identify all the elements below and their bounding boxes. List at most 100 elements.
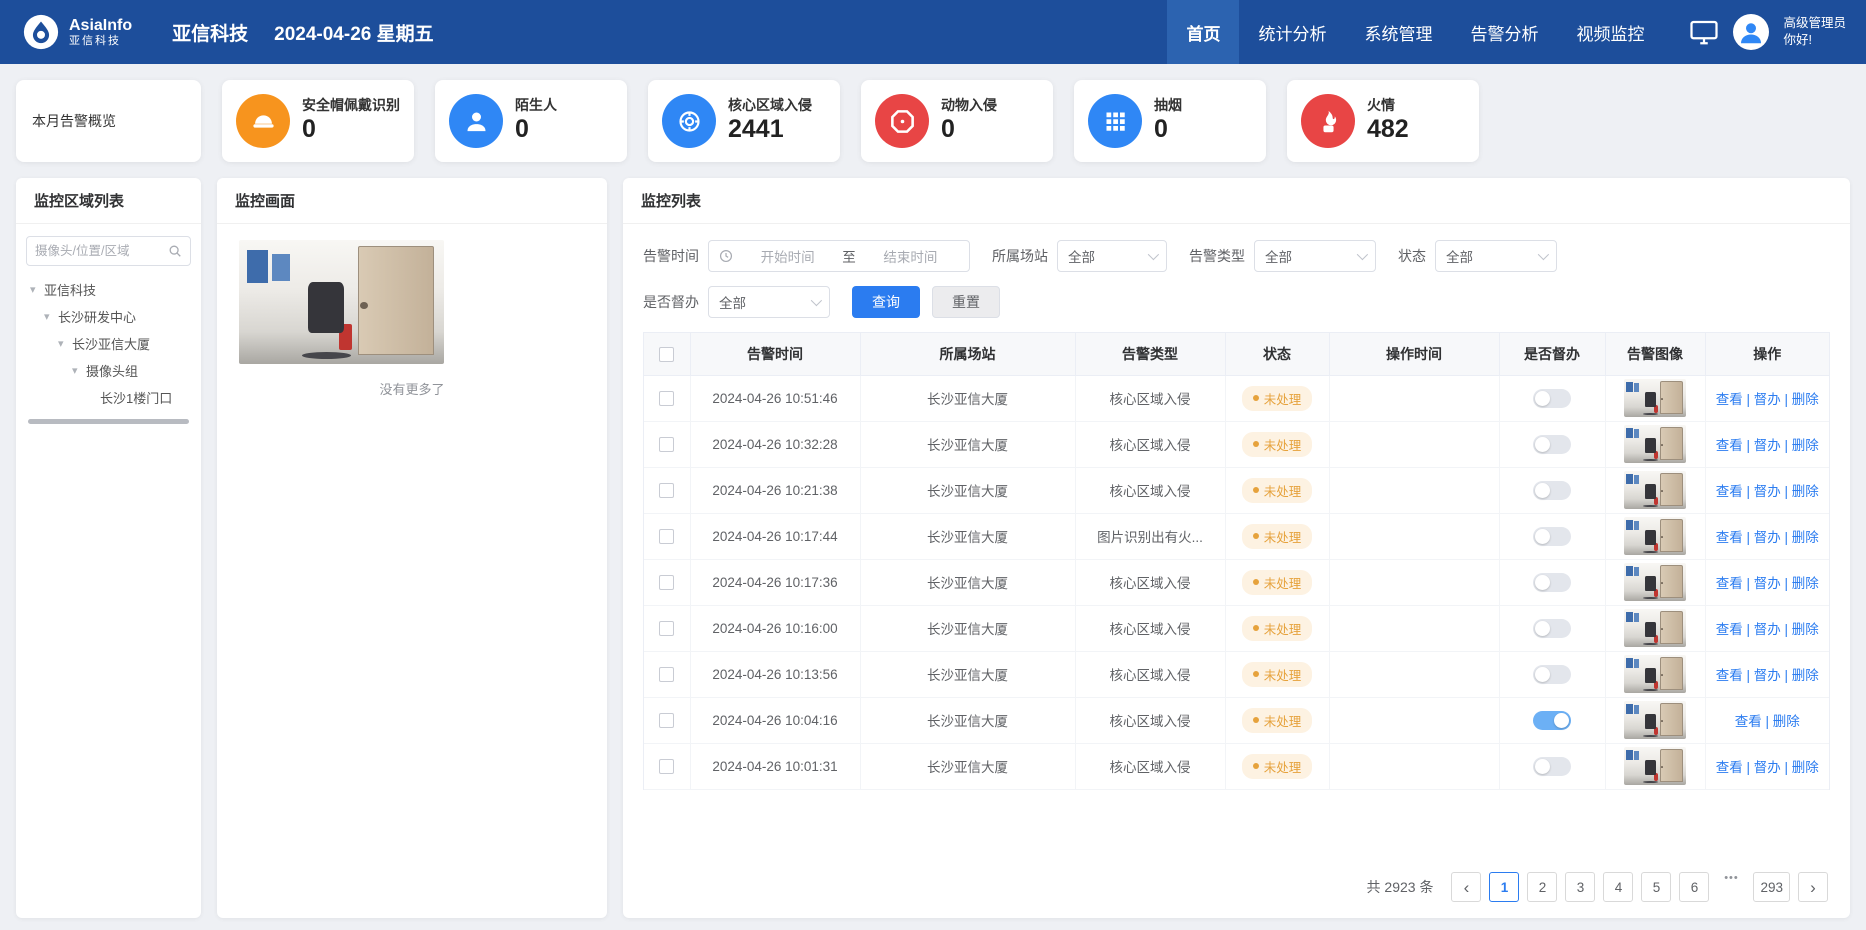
page-1-button[interactable]: 1 xyxy=(1489,872,1519,902)
action-supervise-link[interactable]: 督办 xyxy=(1754,622,1781,637)
supervise-toggle[interactable] xyxy=(1533,619,1571,638)
nav-item-system[interactable]: 系统管理 xyxy=(1345,0,1451,64)
action-supervise-link[interactable]: 督办 xyxy=(1754,668,1781,683)
reset-button[interactable]: 重置 xyxy=(932,286,1000,318)
action-view-link[interactable]: 查看 xyxy=(1716,668,1743,683)
caret-down-icon[interactable]: ▾ xyxy=(44,310,58,323)
end-time-placeholder[interactable]: 结束时间 xyxy=(862,246,959,266)
type-select[interactable]: 全部 xyxy=(1254,240,1376,272)
alarm-image-thumbnail[interactable] xyxy=(1624,563,1686,601)
nav-item-statistics[interactable]: 统计分析 xyxy=(1239,0,1345,64)
action-delete-link[interactable]: 删除 xyxy=(1792,622,1819,637)
supervise-toggle[interactable] xyxy=(1533,573,1571,592)
action-supervise-link[interactable]: 督办 xyxy=(1754,438,1781,453)
action-supervise-link[interactable]: 督办 xyxy=(1754,530,1781,545)
station-select[interactable]: 全部 xyxy=(1057,240,1167,272)
action-delete-link[interactable]: 删除 xyxy=(1792,760,1819,775)
action-separator: | xyxy=(1743,760,1754,775)
page-6-button[interactable]: 6 xyxy=(1679,872,1709,902)
supervise-toggle[interactable] xyxy=(1533,435,1571,454)
select-all-checkbox[interactable] xyxy=(659,347,674,362)
action-supervise-link[interactable]: 督办 xyxy=(1754,484,1781,499)
camera-preview-thumbnail[interactable] xyxy=(239,240,444,364)
supervise-toggle[interactable] xyxy=(1533,527,1571,546)
tree-node[interactable]: ▾亚信科技 xyxy=(26,276,191,303)
alarm-time-label: 告警时间 xyxy=(643,246,699,266)
action-delete-link[interactable]: 删除 xyxy=(1792,484,1819,499)
row-checkbox[interactable] xyxy=(659,667,674,682)
action-view-link[interactable]: 查看 xyxy=(1716,576,1743,591)
avatar[interactable] xyxy=(1733,14,1769,50)
action-view-link[interactable]: 查看 xyxy=(1716,438,1743,453)
monitor-icon[interactable] xyxy=(1689,17,1719,47)
action-delete-link[interactable]: 删除 xyxy=(1792,668,1819,683)
action-supervise-link[interactable]: 督办 xyxy=(1754,576,1781,591)
action-view-link[interactable]: 查看 xyxy=(1716,392,1743,407)
supervise-toggle[interactable] xyxy=(1533,665,1571,684)
supervise-toggle[interactable] xyxy=(1533,481,1571,500)
row-checkbox[interactable] xyxy=(659,713,674,728)
action-view-link[interactable]: 查看 xyxy=(1716,484,1743,499)
tree-node[interactable]: 长沙1楼门口 xyxy=(26,384,191,411)
page-4-button[interactable]: 4 xyxy=(1603,872,1633,902)
action-supervise-link[interactable]: 督办 xyxy=(1754,392,1781,407)
supervise-select[interactable]: 全部 xyxy=(708,286,830,318)
alarm-image-thumbnail[interactable] xyxy=(1624,747,1686,785)
row-checkbox[interactable] xyxy=(659,391,674,406)
action-delete-link[interactable]: 删除 xyxy=(1792,438,1819,453)
row-checkbox[interactable] xyxy=(659,759,674,774)
action-view-link[interactable]: 查看 xyxy=(1735,714,1762,729)
query-button[interactable]: 查询 xyxy=(852,286,920,318)
alarm-image-thumbnail[interactable] xyxy=(1624,609,1686,647)
alarm-image-thumbnail[interactable] xyxy=(1624,655,1686,693)
more-pages-icon[interactable]: ••• xyxy=(1717,872,1745,902)
caret-down-icon[interactable]: ▾ xyxy=(72,364,86,377)
search-icon[interactable] xyxy=(168,244,182,258)
action-view-link[interactable]: 查看 xyxy=(1716,760,1743,775)
page-5-button[interactable]: 5 xyxy=(1641,872,1671,902)
page-293-button[interactable]: 293 xyxy=(1753,872,1790,902)
row-checkbox[interactable] xyxy=(659,437,674,452)
table-row: 2024-04-26 10:51:46长沙亚信大厦核心区域入侵未处理查看 | 督… xyxy=(644,375,1829,421)
nav-item-video-monitor[interactable]: 视频监控 xyxy=(1557,0,1663,64)
page-2-button[interactable]: 2 xyxy=(1527,872,1557,902)
row-checkbox[interactable] xyxy=(659,621,674,636)
col-supervise: 是否督办 xyxy=(1499,333,1605,375)
row-checkbox[interactable] xyxy=(659,483,674,498)
alarm-image-thumbnail[interactable] xyxy=(1624,425,1686,463)
action-delete-link[interactable]: 删除 xyxy=(1792,392,1819,407)
row-checkbox[interactable] xyxy=(659,529,674,544)
supervise-toggle[interactable] xyxy=(1533,757,1571,776)
prev-page-button[interactable]: ‹ xyxy=(1451,872,1481,902)
action-delete-link[interactable]: 删除 xyxy=(1792,576,1819,591)
alarm-image-thumbnail[interactable] xyxy=(1624,471,1686,509)
supervise-toggle[interactable] xyxy=(1533,389,1571,408)
nav-item-home[interactable]: 首页 xyxy=(1167,0,1239,64)
current-date: 2024-04-26 星期五 xyxy=(274,19,433,46)
next-page-button[interactable]: › xyxy=(1798,872,1828,902)
action-delete-link[interactable]: 删除 xyxy=(1792,530,1819,545)
cell-op-time xyxy=(1329,651,1499,697)
tree-node[interactable]: ▾长沙研发中心 xyxy=(26,303,191,330)
page-3-button[interactable]: 3 xyxy=(1565,872,1595,902)
horizontal-scrollbar[interactable] xyxy=(28,419,189,424)
alarm-image-thumbnail[interactable] xyxy=(1624,517,1686,555)
status-select[interactable]: 全部 xyxy=(1435,240,1557,272)
alarm-image-thumbnail[interactable] xyxy=(1624,701,1686,739)
start-time-placeholder[interactable]: 开始时间 xyxy=(739,246,836,266)
tree-node[interactable]: ▾长沙亚信大厦 xyxy=(26,330,191,357)
action-view-link[interactable]: 查看 xyxy=(1716,622,1743,637)
caret-down-icon[interactable]: ▾ xyxy=(58,337,72,350)
date-range-picker[interactable]: 开始时间 至 结束时间 xyxy=(708,240,970,272)
row-checkbox[interactable] xyxy=(659,575,674,590)
action-supervise-link[interactable]: 督办 xyxy=(1754,760,1781,775)
camera-search-input[interactable] xyxy=(35,244,162,258)
tree-node[interactable]: ▾摄像头组 xyxy=(26,357,191,384)
nav-item-alarm-analysis[interactable]: 告警分析 xyxy=(1451,0,1557,64)
alarm-image-thumbnail[interactable] xyxy=(1624,379,1686,417)
action-delete-link[interactable]: 删除 xyxy=(1773,714,1800,729)
caret-down-icon[interactable]: ▾ xyxy=(30,283,44,296)
supervise-toggle[interactable] xyxy=(1533,711,1571,730)
action-view-link[interactable]: 查看 xyxy=(1716,530,1743,545)
monitor-panel-title: 监控列表 xyxy=(623,178,1850,224)
